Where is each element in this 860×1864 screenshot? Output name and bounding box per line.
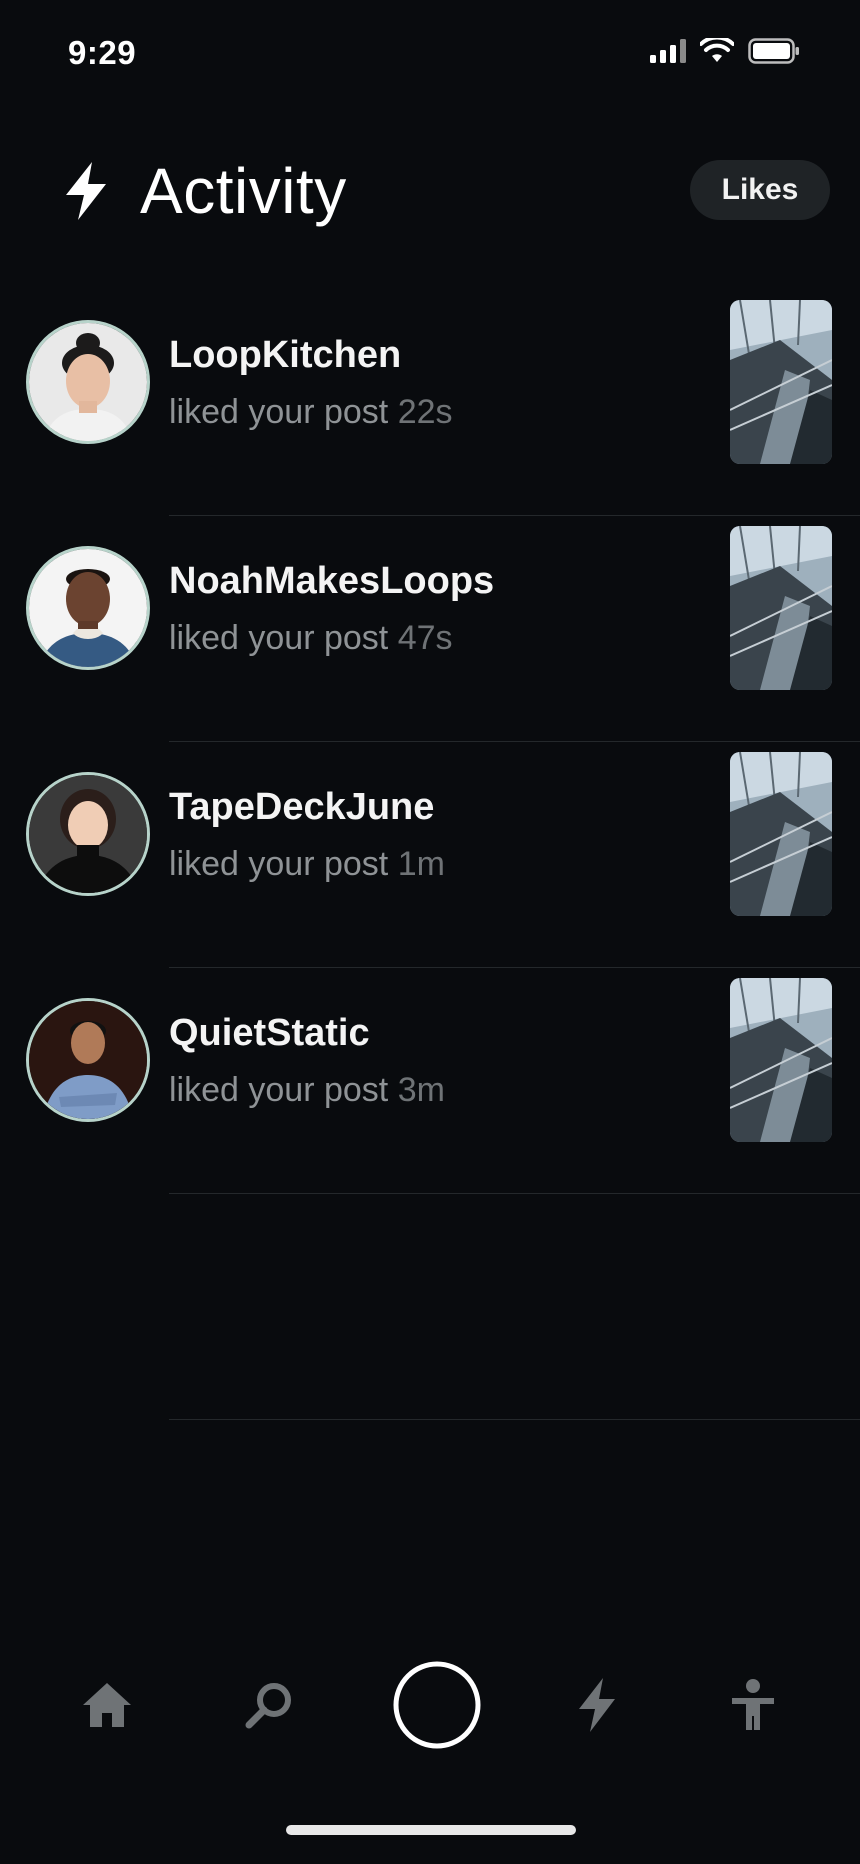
activity-row[interactable]: LoopKitchen liked your post 22s xyxy=(0,290,860,516)
tab-record[interactable] xyxy=(382,1650,492,1760)
avatar[interactable] xyxy=(26,320,150,444)
battery-icon xyxy=(748,38,799,64)
tab-activity[interactable] xyxy=(542,1650,652,1760)
activity-description: liked your post 3m xyxy=(169,1071,445,1110)
activity-action: liked your post xyxy=(169,1071,389,1109)
activity-action: liked your post xyxy=(169,393,389,431)
activity-row[interactable]: NoahMakesLoops liked your post 47s xyxy=(0,516,860,742)
wifi-icon xyxy=(700,38,734,62)
activity-time: 3m xyxy=(397,1071,445,1109)
activity-row[interactable]: TapeDeckJune liked your post 1m xyxy=(0,742,860,968)
tab-profile[interactable] xyxy=(698,1650,808,1760)
activity-username[interactable]: QuietStatic xyxy=(169,1012,370,1055)
activity-action: liked your post xyxy=(169,845,389,883)
post-thumbnail[interactable] xyxy=(730,300,832,464)
activity-username[interactable]: LoopKitchen xyxy=(169,334,401,377)
activity-list: LoopKitchen liked your post 22s NoahMake… xyxy=(0,290,860,1420)
activity-description: liked your post 22s xyxy=(169,393,453,432)
avatar[interactable] xyxy=(26,772,150,896)
status-bar: 9:29 xyxy=(0,0,860,110)
activity-description: liked your post 47s xyxy=(169,619,453,658)
record-icon xyxy=(393,1661,481,1749)
activity-username[interactable]: TapeDeckJune xyxy=(169,786,434,829)
tab-search[interactable] xyxy=(214,1650,324,1760)
activity-description: liked your post 1m xyxy=(169,845,445,884)
tab-home[interactable] xyxy=(52,1650,162,1760)
home-icon xyxy=(83,1683,131,1727)
row-divider xyxy=(169,1419,860,1420)
cellular-signal-icon xyxy=(650,39,686,63)
home-indicator xyxy=(286,1825,576,1835)
profile-icon xyxy=(732,1679,774,1730)
activity-time: 1m xyxy=(397,845,445,883)
activity-header: Activity Likes xyxy=(0,140,860,240)
empty-list-row xyxy=(0,1194,860,1420)
post-thumbnail[interactable] xyxy=(730,752,832,916)
bolt-icon xyxy=(66,162,106,220)
activity-icon xyxy=(579,1678,615,1732)
status-time: 9:29 xyxy=(68,34,137,71)
page-title: Activity xyxy=(140,155,347,227)
status-icons xyxy=(650,38,800,64)
activity-time: 47s xyxy=(397,619,453,657)
activity-time: 22s xyxy=(397,393,453,431)
search-icon xyxy=(245,1683,291,1729)
activity-username[interactable]: NoahMakesLoops xyxy=(169,560,494,603)
avatar[interactable] xyxy=(26,998,150,1122)
likes-filter-button[interactable]: Likes xyxy=(690,160,830,220)
post-thumbnail[interactable] xyxy=(730,526,832,690)
activity-row[interactable]: QuietStatic liked your post 3m xyxy=(0,968,860,1194)
avatar[interactable] xyxy=(26,546,150,670)
activity-action: liked your post xyxy=(169,619,389,657)
tab-bar xyxy=(0,1650,860,1760)
post-thumbnail[interactable] xyxy=(730,978,832,1142)
